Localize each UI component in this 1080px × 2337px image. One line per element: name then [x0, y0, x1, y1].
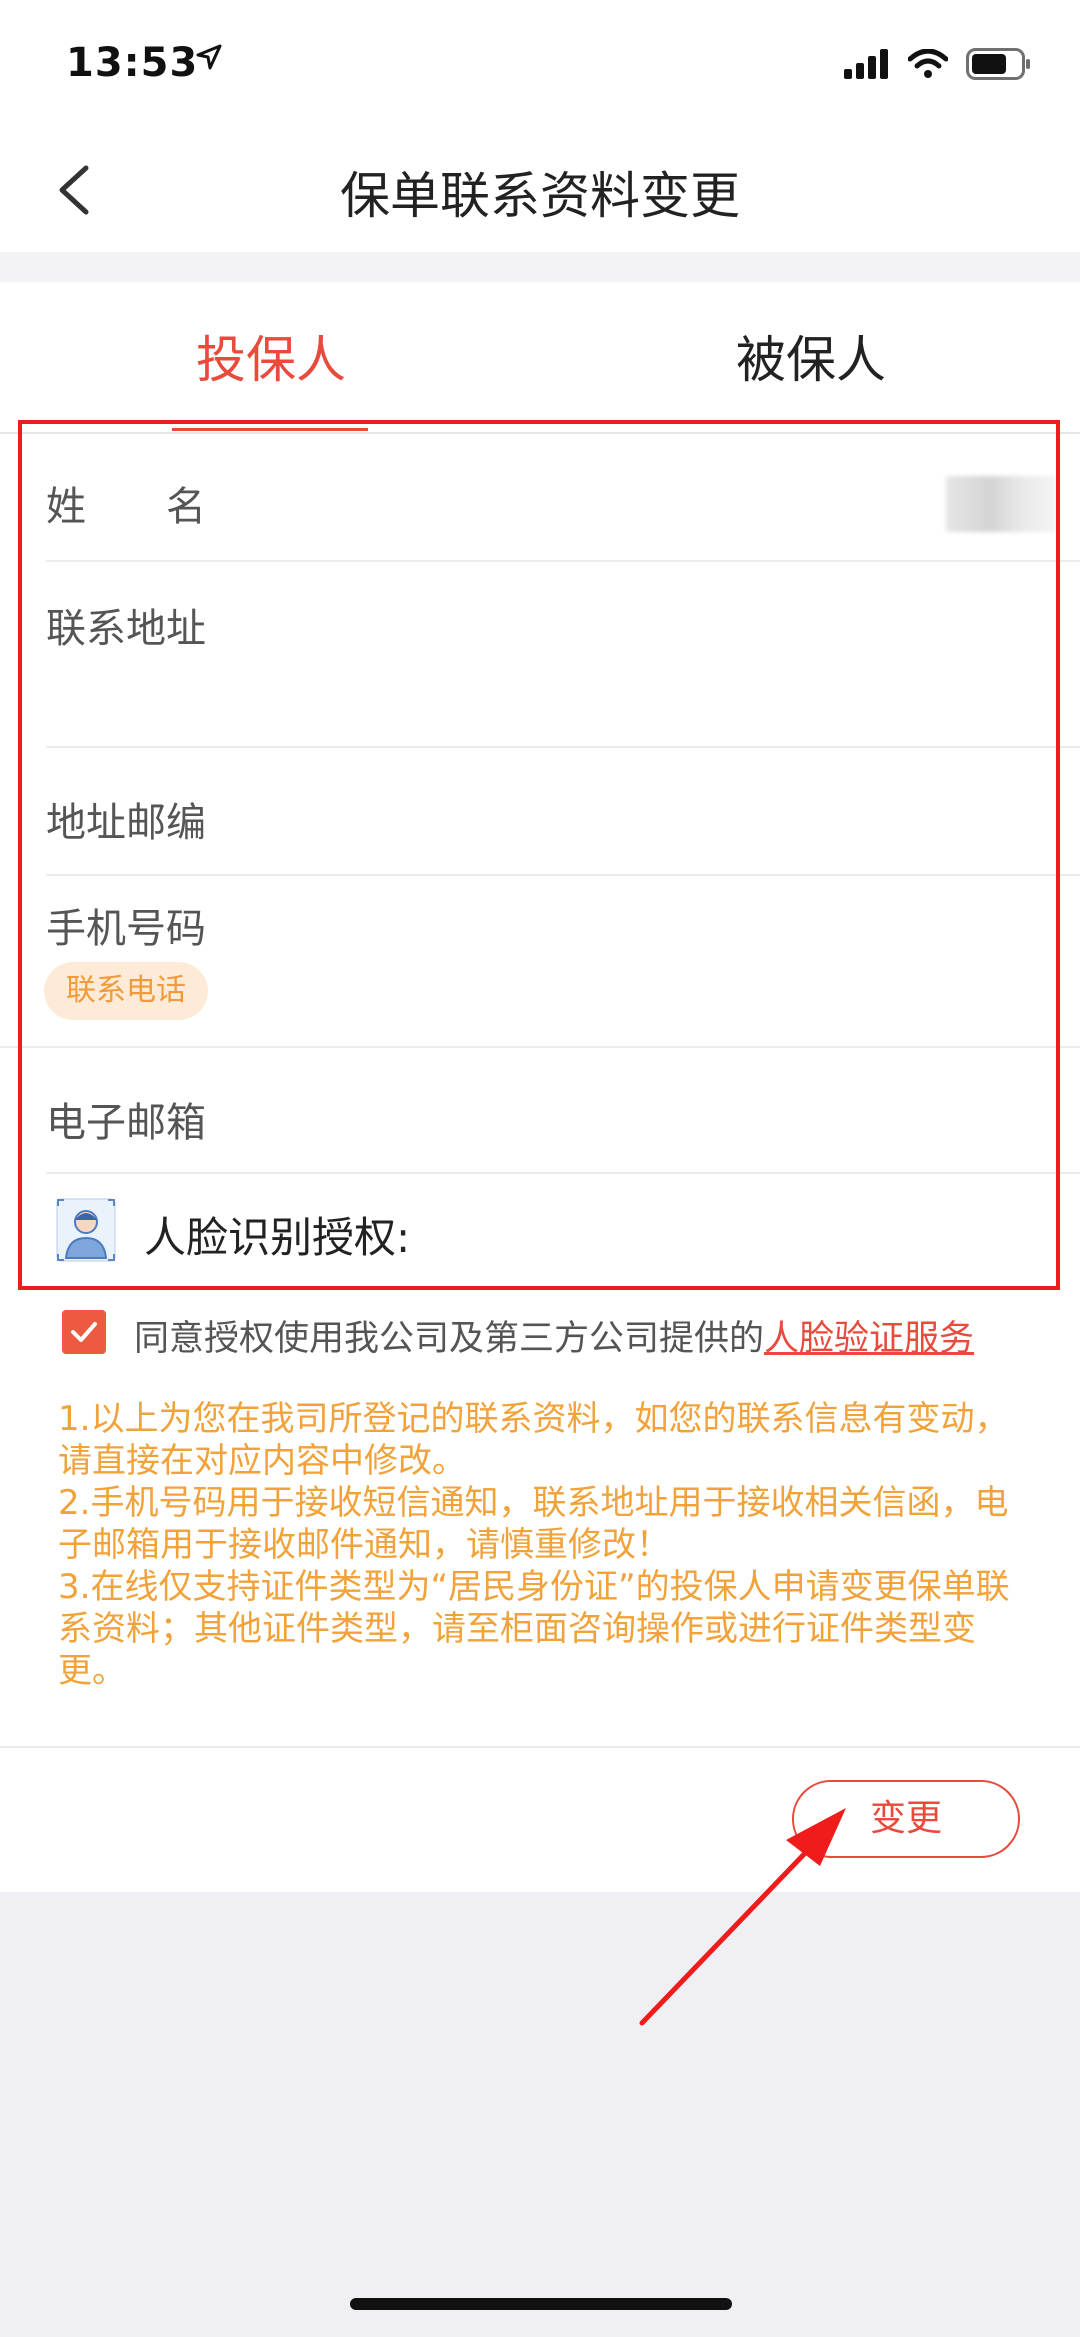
consent-text: 同意授权使用我公司及第三方公司提供的人脸验证服务 — [134, 1310, 974, 1361]
note-item: 2.手机号码用于接收短信通知，联系地址用于接收相关信函，电子邮箱用于接收邮件通知… — [58, 1483, 1009, 1565]
page-title: 保单联系资料变更 — [340, 167, 740, 225]
wifi-icon — [907, 48, 949, 83]
cellular-signal-icon — [844, 49, 890, 83]
empty-area — [0, 1892, 1080, 2337]
home-indicator — [350, 2298, 732, 2310]
battery-icon — [966, 48, 1032, 84]
tab-policyholder[interactable]: 投保人 — [196, 320, 346, 392]
tab-insured[interactable]: 被保人 — [736, 320, 886, 392]
status-time: 13:53 — [66, 40, 199, 86]
note-item: 1.以上为您在我司所登记的联系资料，如您的联系信息有变动，请直接在对应内容中修改… — [58, 1399, 1009, 1481]
consent-checkbox[interactable] — [62, 1310, 106, 1354]
footer-divider — [0, 1746, 1080, 1748]
annotation-highlight-box — [18, 420, 1060, 1290]
change-button[interactable]: 变更 — [792, 1780, 1020, 1858]
checkmark-icon — [71, 1322, 97, 1342]
consent-statement: 同意授权使用我公司及第三方公司提供的 — [134, 1319, 765, 1359]
location-arrow-icon — [196, 44, 222, 74]
notes-block: 1.以上为您在我司所登记的联系资料，如您的联系信息有变动，请直接在对应内容中修改… — [58, 1398, 1028, 1692]
status-icons — [844, 48, 1032, 84]
face-verification-service-link[interactable]: 人脸验证服务 — [764, 1319, 974, 1359]
note-item: 3.在线仅支持证件类型为“居民身份证”的投保人申请变更保单联系资料；其他证件类型… — [58, 1567, 1010, 1691]
section-gap — [0, 252, 1080, 282]
